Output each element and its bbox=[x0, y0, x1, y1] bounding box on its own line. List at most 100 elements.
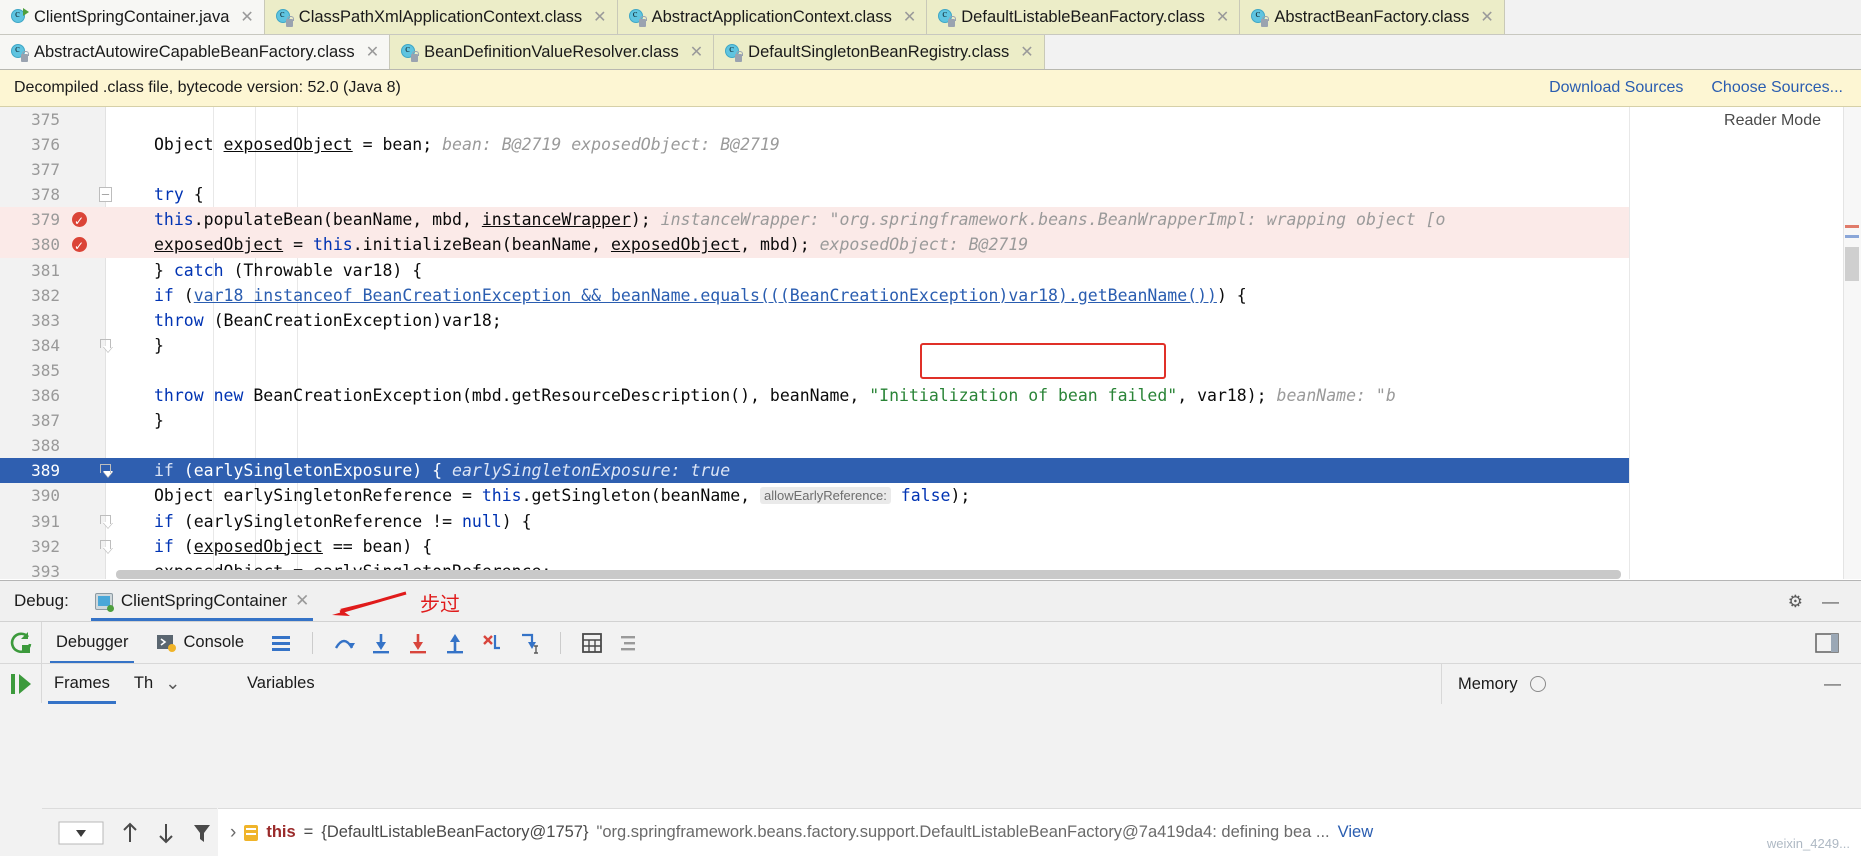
choose-sources-link[interactable]: Choose Sources... bbox=[1711, 79, 1843, 97]
code-line[interactable]: 386 throw new BeanCreationException(mbd.… bbox=[0, 383, 1861, 408]
class-file-icon bbox=[938, 8, 957, 27]
minimize-icon[interactable]: — bbox=[1822, 592, 1839, 612]
close-icon[interactable]: ✕ bbox=[366, 42, 379, 62]
code-lines[interactable]: 375 376 Object exposedObject = bean; bea… bbox=[0, 107, 1861, 579]
close-icon[interactable]: ✕ bbox=[1480, 7, 1493, 27]
breakpoint-icon[interactable] bbox=[72, 234, 87, 260]
code-line[interactable]: 380 exposedObject = this.initializeBean(… bbox=[0, 232, 1861, 260]
close-icon[interactable]: ✕ bbox=[1020, 42, 1033, 62]
line-number: 383 bbox=[31, 310, 60, 330]
show-execution-point-icon[interactable] bbox=[270, 632, 292, 654]
editor-tab[interactable]: DefaultListableBeanFactory.class ✕ bbox=[927, 0, 1241, 34]
code-text: } bbox=[154, 335, 164, 355]
code-line[interactable]: 385 bbox=[0, 358, 1861, 383]
code-line[interactable]: 375 bbox=[0, 107, 1861, 132]
resume-program-icon[interactable] bbox=[8, 671, 34, 697]
reader-mode-label[interactable]: Reader Mode bbox=[1724, 112, 1821, 130]
fold-region-icon[interactable] bbox=[99, 539, 112, 554]
editor-scroll-strip[interactable] bbox=[1843, 107, 1861, 579]
close-icon[interactable]: ✕ bbox=[593, 7, 606, 27]
close-icon[interactable]: ✕ bbox=[690, 42, 703, 62]
fold-region-icon[interactable] bbox=[99, 338, 112, 353]
code-line[interactable]: 384 } bbox=[0, 333, 1861, 358]
rerun-icon[interactable] bbox=[8, 630, 34, 656]
load-classes-icon[interactable] bbox=[1529, 676, 1546, 692]
fold-region-icon[interactable] bbox=[99, 463, 112, 478]
force-step-into-icon[interactable] bbox=[407, 632, 429, 654]
chevron-down-icon[interactable]: ⌄ bbox=[165, 673, 180, 694]
variables-tree[interactable]: › this = {DefaultListableBeanFactory@175… bbox=[218, 808, 1861, 856]
editor-tab[interactable]: AbstractBeanFactory.class ✕ bbox=[1240, 0, 1505, 34]
debug-side-rail-lower bbox=[0, 664, 42, 703]
debug-toolbar: Debugger Console bbox=[0, 621, 1861, 664]
code-line[interactable]: 381 } catch (Throwable var18) { bbox=[0, 258, 1861, 283]
down-arrow-icon[interactable] bbox=[156, 821, 176, 845]
editor-tab-label: DefaultListableBeanFactory.class bbox=[961, 7, 1205, 26]
filter-icon[interactable] bbox=[192, 821, 212, 845]
code-text: } catch (Throwable var18) { bbox=[154, 260, 423, 280]
code-line[interactable]: 382 if (var18 instanceof BeanCreationExc… bbox=[0, 283, 1861, 308]
tab-console[interactable]: Console bbox=[142, 622, 258, 664]
code-text: if (earlySingletonReference != null) { bbox=[154, 511, 532, 531]
close-icon[interactable]: ✕ bbox=[240, 7, 253, 27]
close-icon[interactable]: ✕ bbox=[1216, 7, 1229, 27]
field-icon bbox=[244, 824, 259, 841]
debug-session-tab[interactable]: ClientSpringContainer ✕ bbox=[90, 581, 314, 621]
code-line[interactable]: 392 if (exposedObject == bean) { bbox=[0, 534, 1861, 559]
tab-frames-label: Frames bbox=[54, 674, 110, 692]
expand-chevron-icon[interactable]: › bbox=[230, 822, 236, 844]
editor-tab-label: DefaultSingletonBeanRegistry.class bbox=[748, 42, 1010, 61]
code-text: throw (BeanCreationException)var18; bbox=[154, 310, 502, 330]
step-over-icon[interactable] bbox=[333, 632, 356, 654]
scroll-thumb[interactable] bbox=[1845, 247, 1859, 281]
frame-dropdown-icon[interactable] bbox=[58, 821, 104, 845]
code-line[interactable]: 379 this.populateBean(beanName, mbd, ins… bbox=[0, 207, 1861, 234]
code-line[interactable]: 391 if (earlySingletonReference != null)… bbox=[0, 509, 1861, 534]
evaluate-expression-icon[interactable] bbox=[581, 632, 603, 654]
editor-horizontal-scrollbar[interactable] bbox=[116, 570, 1621, 579]
close-icon[interactable]: ✕ bbox=[295, 591, 309, 611]
memory-minimize-icon[interactable]: — bbox=[1824, 674, 1861, 694]
code-line[interactable]: 383 throw (BeanCreationException)var18; bbox=[0, 308, 1861, 333]
drop-frame-icon[interactable] bbox=[481, 632, 503, 654]
code-line[interactable]: 390 Object earlySingletonReference = thi… bbox=[0, 483, 1861, 508]
breakpoint-icon[interactable] bbox=[72, 209, 87, 234]
download-sources-link[interactable]: Download Sources bbox=[1549, 79, 1683, 97]
tab-variables[interactable]: Variables bbox=[235, 664, 327, 704]
idea-window: ClientSpringContainer.java✕ClassPathXmlA… bbox=[0, 0, 1861, 856]
step-out-icon[interactable] bbox=[444, 632, 466, 654]
mute-breakpoints-icon[interactable] bbox=[618, 632, 640, 654]
editor-tab[interactable]: BeanDefinitionValueResolver.class ✕ bbox=[390, 35, 715, 69]
tab-frames[interactable]: Frames bbox=[42, 664, 122, 704]
editor-tab[interactable]: ClientSpringContainer.java ✕ bbox=[0, 0, 265, 34]
editor-tab[interactable]: AbstractApplicationContext.class ✕ bbox=[617, 0, 928, 34]
gear-icon[interactable]: ⚙ bbox=[1788, 592, 1803, 612]
memory-label[interactable]: Memory bbox=[1458, 675, 1518, 694]
code-editor[interactable]: 375 376 Object exposedObject = bean; bea… bbox=[0, 107, 1861, 579]
editor-tab-label: AbstractAutowireCapableBeanFactory.class bbox=[34, 42, 355, 61]
editor-right-pane: Reader Mode bbox=[1629, 107, 1843, 579]
code-line[interactable]: 388 bbox=[0, 433, 1861, 458]
tab-debugger[interactable]: Debugger bbox=[42, 622, 142, 664]
editor-tab[interactable]: ClassPathXmlApplicationContext.class ✕ bbox=[264, 0, 618, 34]
editor-tab[interactable]: AbstractAutowireCapableBeanFactory.class… bbox=[0, 35, 391, 69]
close-icon[interactable]: ✕ bbox=[903, 7, 916, 27]
fold-region-icon[interactable] bbox=[99, 514, 112, 529]
run-to-cursor-icon[interactable] bbox=[518, 632, 540, 654]
view-link[interactable]: View bbox=[1338, 823, 1373, 842]
fold-collapse-icon[interactable]: – bbox=[99, 187, 112, 203]
debug-session-name: ClientSpringContainer bbox=[120, 591, 288, 610]
decompiled-notice-text: Decompiled .class file, bytecode version… bbox=[14, 79, 401, 96]
layout-settings-icon[interactable] bbox=[1815, 632, 1839, 653]
step-into-icon[interactable] bbox=[370, 632, 392, 654]
code-line[interactable]: 377 bbox=[0, 157, 1861, 182]
code-line[interactable]: 389 if (earlySingletonExposure) { earlyS… bbox=[0, 458, 1861, 484]
code-line[interactable]: 387 } bbox=[0, 408, 1861, 433]
code-line[interactable]: 378 – try { bbox=[0, 182, 1861, 207]
tab-threads[interactable]: Th bbox=[122, 664, 165, 704]
up-arrow-icon[interactable] bbox=[120, 821, 140, 845]
editor-tab[interactable]: DefaultSingletonBeanRegistry.class ✕ bbox=[714, 35, 1045, 69]
code-line[interactable]: 376 Object exposedObject = bean; bean: B… bbox=[0, 132, 1861, 157]
class-file-icon bbox=[11, 43, 29, 62]
